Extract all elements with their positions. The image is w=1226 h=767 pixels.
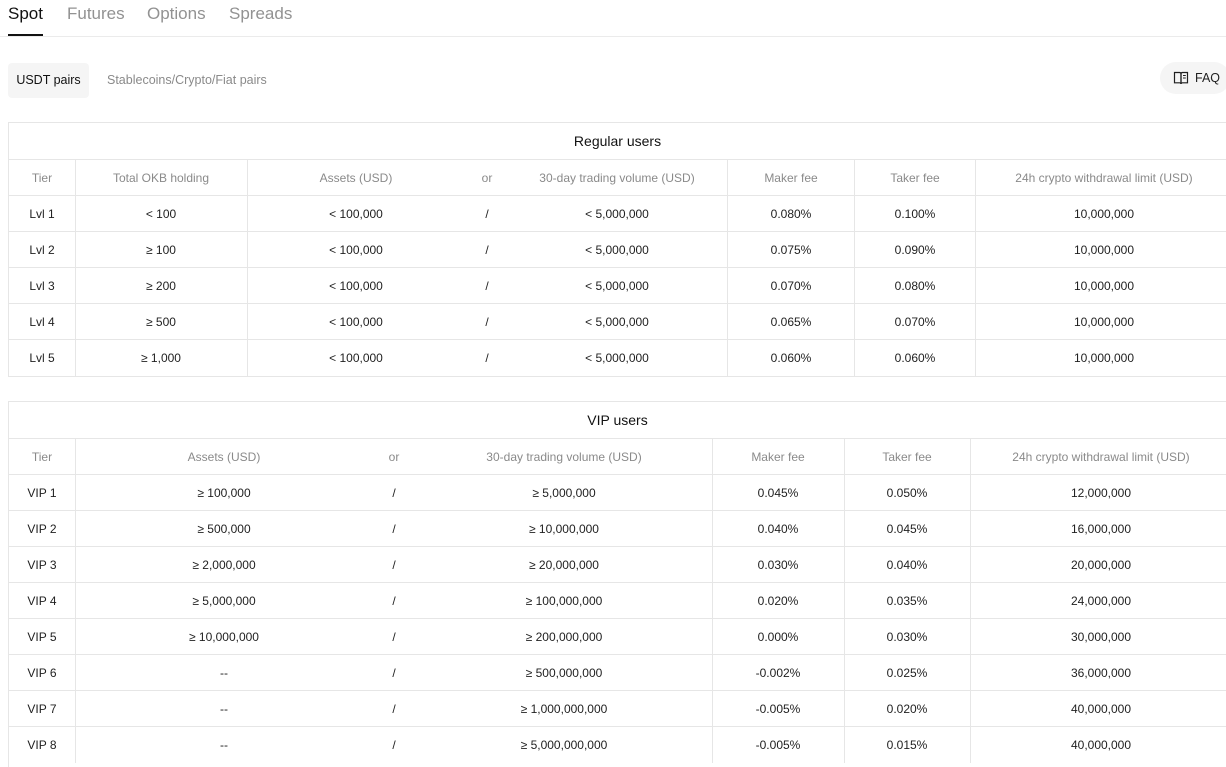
table-row: VIP 4 ≥ 5,000,000/≥ 100,000,000 0.020% 0.03…: [9, 583, 1226, 619]
header-withdrawal-limit: 24h crypto withdrawal limit (USD): [1012, 450, 1190, 464]
active-tab-indicator: [8, 34, 43, 36]
cell-withdrawal-limit: 24,000,000: [1070, 594, 1132, 608]
table-row: VIP 7 -- / ≥ 1,000,000,000 -0.005% 0.020% 40,0…: [9, 691, 1226, 727]
tab-spreads[interactable]: Spreads: [229, 4, 292, 24]
book-icon: [1173, 71, 1189, 85]
cell-withdrawal-limit: 16,000,000: [1070, 522, 1132, 536]
table-row: Lvl 2 ≥ 100 < 100,000/< 5,000,000 0.075% 0.0…: [9, 232, 1226, 268]
header-withdrawal-limit: 24h crypto withdrawal limit (USD): [1015, 171, 1193, 185]
table-title: Regular users: [9, 123, 1226, 160]
cell-withdrawal-limit: 30,000,000: [1070, 630, 1132, 644]
table-row: VIP 3 ≥ 2,000,000/≥ 20,000,000 0.030% 0.040…: [9, 547, 1226, 583]
cell-withdrawal-limit: 36,000,000: [1070, 666, 1132, 680]
cell-withdrawal-limit: 40,000,000: [1070, 738, 1132, 752]
table-header-row: Tier Assets (USD) or 30-day trading volume …: [9, 439, 1226, 475]
cell-withdrawal-limit: 10,000,000: [1073, 315, 1135, 329]
cell-withdrawal-limit: 20,000,000: [1070, 558, 1132, 572]
cell-withdrawal-limit: 12,000,000: [1070, 486, 1132, 500]
tab-options[interactable]: Options: [147, 4, 206, 24]
table-row: VIP 1 ≥ 100,000/≥ 5,000,000 0.045% 0.050% 12…: [9, 475, 1226, 511]
table-row: Lvl 3 ≥ 200 < 100,000/< 5,000,000 0.070% 0.0…: [9, 268, 1226, 304]
tab-stablecoins-crypto-fiat-pairs[interactable]: Stablecoins/Crypto/Fiat pairs: [107, 63, 267, 98]
table-title: VIP users: [9, 402, 1226, 439]
cell-withdrawal-limit: 10,000,000: [1073, 207, 1135, 221]
cell-withdrawal-limit: 10,000,000: [1073, 351, 1135, 365]
tab-futures[interactable]: Futures: [67, 4, 125, 24]
table-row: VIP 6 -- / ≥ 500,000,000 -0.002% 0.025% 36,000…: [9, 655, 1226, 691]
faq-label: FAQ: [1195, 71, 1221, 85]
table-row: Lvl 4 ≥ 500 < 100,000/< 5,000,000 0.065% 0.0…: [9, 304, 1226, 340]
cell-withdrawal-limit: 10,000,000: [1073, 279, 1135, 293]
cell-withdrawal-limit: 10,000,000: [1073, 243, 1135, 257]
product-tabs: Spot Futures Options Spreads: [0, 0, 1226, 37]
tab-usdt-pairs[interactable]: USDT pairs: [8, 63, 89, 98]
tab-spot[interactable]: Spot: [8, 4, 43, 24]
table-row: Lvl 1 < 100 < 100,000/< 5,000,000 0.080% 0.1…: [9, 196, 1226, 232]
table-row: VIP 8 -- / ≥ 5,000,000,000 -0.005% 0.015% 40,0…: [9, 727, 1226, 763]
table-row: Lvl 5 ≥ 1,000 < 100,000/< 5,000,000 0.060% 0…: [9, 340, 1226, 376]
regular-users-table: Regular users Tier Total OKB holding Asset…: [8, 122, 1226, 377]
table-row: VIP 5 ≥ 10,000,000/≥ 200,000,000 0.000% 0.0…: [9, 619, 1226, 655]
vip-users-table: VIP users Tier Assets (USD) or 30-day tradi…: [8, 401, 1226, 767]
cell-withdrawal-limit: 40,000,000: [1070, 702, 1132, 716]
table-header-row: Tier Total OKB holding Assets (USD) or 30-da…: [9, 160, 1226, 196]
faq-button[interactable]: FAQ: [1160, 62, 1226, 94]
table-row: VIP 2 ≥ 500,000/≥ 10,000,000 0.040% 0.045% 1…: [9, 511, 1226, 547]
